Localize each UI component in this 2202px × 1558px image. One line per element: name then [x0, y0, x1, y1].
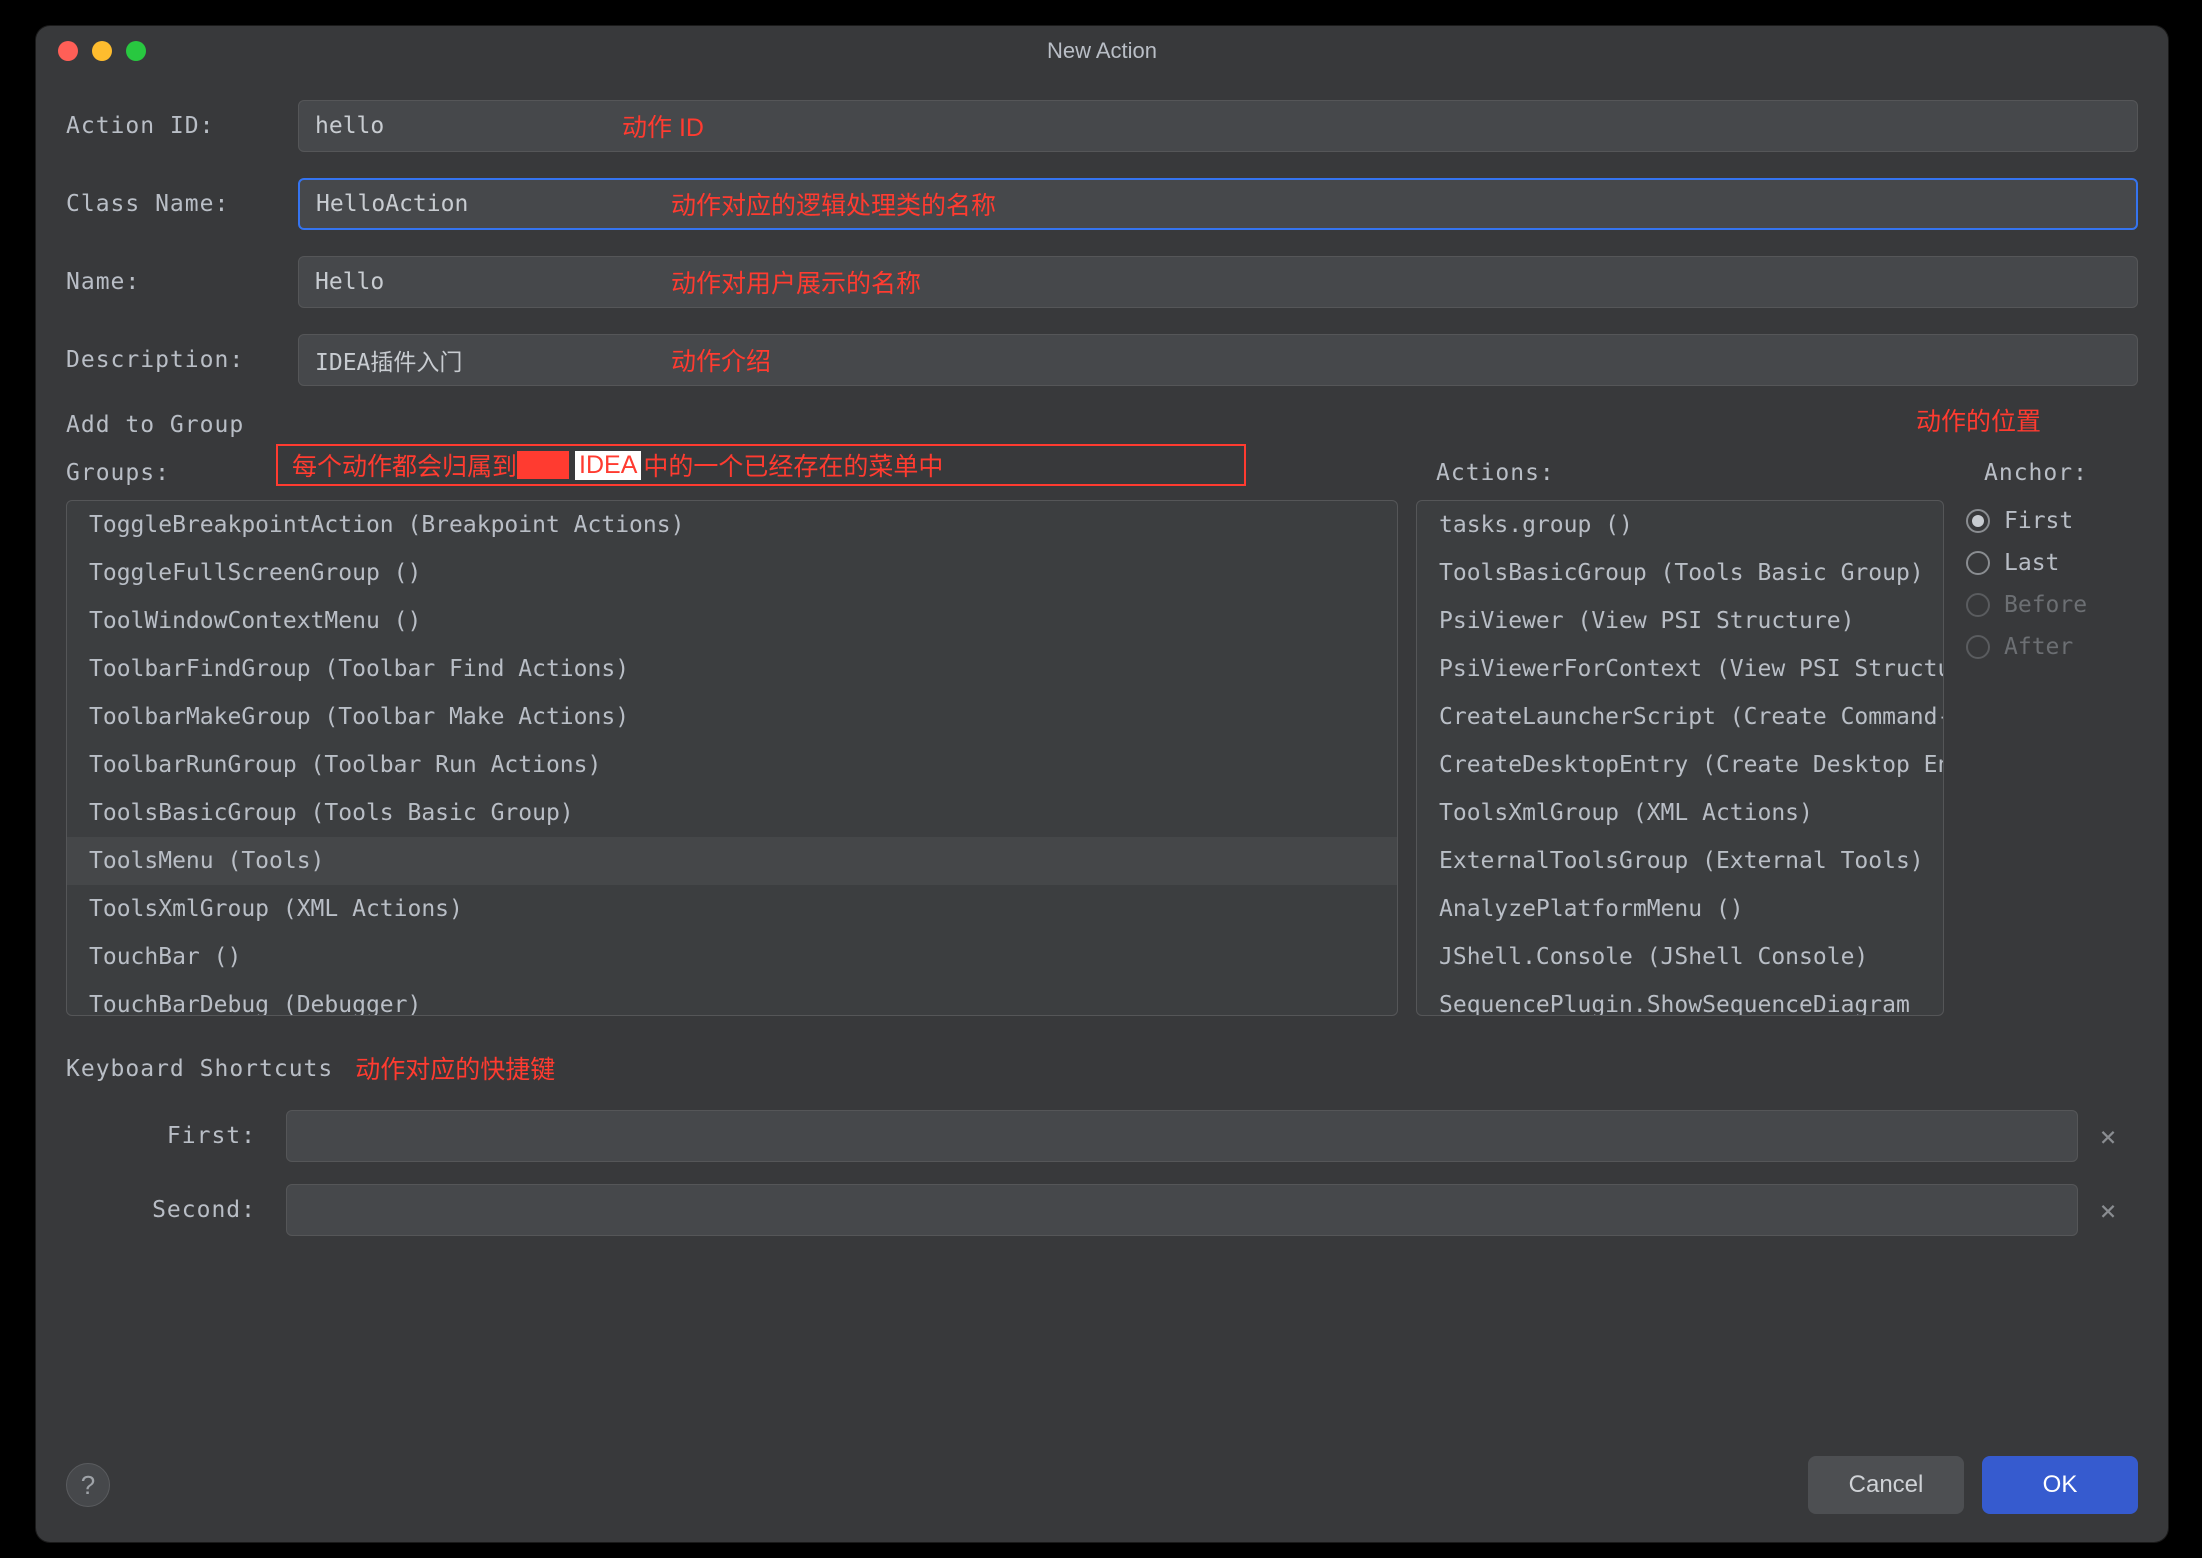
list-item[interactable]: CreateLauncherScript (Create Command-lin… — [1417, 693, 1943, 741]
list-item[interactable]: TouchBarDebug (Debugger) — [67, 981, 1397, 1015]
list-item[interactable]: CreateDesktopEntry (Create Desktop Entry… — [1417, 741, 1943, 789]
list-item[interactable]: ToggleBreakpointAction (Breakpoint Actio… — [67, 501, 1397, 549]
maximize-icon[interactable] — [126, 41, 146, 61]
action-id-label: Action ID: — [66, 113, 298, 139]
anchor-label: Anchor: — [1984, 460, 2088, 486]
ok-button[interactable]: OK — [1982, 1456, 2138, 1514]
anchor-radio-after: After — [1966, 626, 2136, 668]
description-input[interactable] — [298, 334, 2138, 386]
radio-label: After — [2004, 634, 2073, 660]
class-name-label: Class Name: — [66, 191, 298, 217]
list-item[interactable]: PsiViewerForContext (View PSI Structure … — [1417, 645, 1943, 693]
class-name-input[interactable] — [298, 178, 2138, 230]
list-item[interactable]: ToolsXmlGroup (XML Actions) — [1417, 789, 1943, 837]
groups-listbox[interactable]: ToggleBreakpointAction (Breakpoint Actio… — [66, 500, 1398, 1016]
dialog-window: New Action Action ID: 动作 ID Class Name: … — [36, 26, 2168, 1542]
anchor-radio-last[interactable]: Last — [1966, 542, 2136, 584]
anchor-radio-before: Before — [1966, 584, 2136, 626]
list-item[interactable]: TouchBar () — [67, 933, 1397, 981]
help-button[interactable]: ? — [66, 1463, 110, 1507]
name-label: Name: — [66, 269, 298, 295]
anchor-radio-first[interactable]: First — [1966, 500, 2136, 542]
name-input[interactable] — [298, 256, 2138, 308]
list-item[interactable]: SequencePlugin.ShowSequenceDiagram — [1417, 981, 1943, 1015]
radio-icon — [1966, 509, 1990, 533]
cancel-button[interactable]: Cancel — [1808, 1456, 1964, 1514]
list-item[interactable]: ToolbarMakeGroup (Toolbar Make Actions) — [67, 693, 1397, 741]
window-controls — [36, 41, 146, 61]
list-item[interactable]: ToggleFullScreenGroup () — [67, 549, 1397, 597]
radio-icon — [1966, 551, 1990, 575]
list-item[interactable]: ToolsMenu (Tools) — [67, 837, 1397, 885]
first-shortcut-label: First: — [66, 1123, 286, 1149]
actions-label: Actions: — [1436, 460, 1555, 486]
list-item[interactable]: AnalyzePlatformMenu () — [1417, 885, 1943, 933]
list-item[interactable]: ToolsBasicGroup (Tools Basic Group) — [1417, 549, 1943, 597]
action-id-input[interactable] — [298, 100, 2138, 152]
list-item[interactable]: JShell.Console (JShell Console) — [1417, 933, 1943, 981]
minimize-icon[interactable] — [92, 41, 112, 61]
radio-icon — [1966, 593, 1990, 617]
radio-label: First — [2004, 508, 2073, 534]
close-icon[interactable] — [58, 41, 78, 61]
radio-label: Before — [2004, 592, 2087, 618]
list-item[interactable]: ToolbarRunGroup (Toolbar Run Actions) — [67, 741, 1397, 789]
second-shortcut-input[interactable] — [286, 1184, 2078, 1236]
radio-label: Last — [2004, 550, 2059, 576]
shortcuts-section: Keyboard Shortcuts — [66, 1056, 333, 1082]
anchor-radios: First Last Before After — [1966, 500, 2136, 1016]
titlebar: New Action — [36, 26, 2168, 76]
annotation-groups-note: 每个动作都会归属到 IDEA 中的一个已经存在的菜单中 — [276, 444, 1246, 486]
clear-second-icon[interactable]: × — [2078, 1194, 2138, 1227]
first-shortcut-input[interactable] — [286, 1110, 2078, 1162]
list-item[interactable]: ToolsBasicGroup (Tools Basic Group) — [67, 789, 1397, 837]
annotation-shortcuts: 动作对应的快捷键 — [355, 1050, 555, 1086]
add-to-group-section: Add to Group — [66, 412, 2138, 438]
clear-first-icon[interactable]: × — [2078, 1120, 2138, 1153]
groups-label: Groups: — [66, 460, 276, 486]
actions-listbox[interactable]: tasks.group ()ToolsBasicGroup (Tools Bas… — [1416, 500, 1944, 1016]
window-title: New Action — [36, 38, 2168, 64]
description-label: Description: — [66, 347, 298, 373]
list-item[interactable]: ExternalToolsGroup (External Tools) — [1417, 837, 1943, 885]
list-item[interactable]: ToolbarFindGroup (Toolbar Find Actions) — [67, 645, 1397, 693]
radio-icon — [1966, 635, 1990, 659]
list-item[interactable]: ToolsXmlGroup (XML Actions) — [67, 885, 1397, 933]
list-item[interactable]: PsiViewer (View PSI Structure) — [1417, 597, 1943, 645]
list-item[interactable]: ToolWindowContextMenu () — [67, 597, 1397, 645]
list-item[interactable]: tasks.group () — [1417, 501, 1943, 549]
second-shortcut-label: Second: — [66, 1197, 286, 1223]
